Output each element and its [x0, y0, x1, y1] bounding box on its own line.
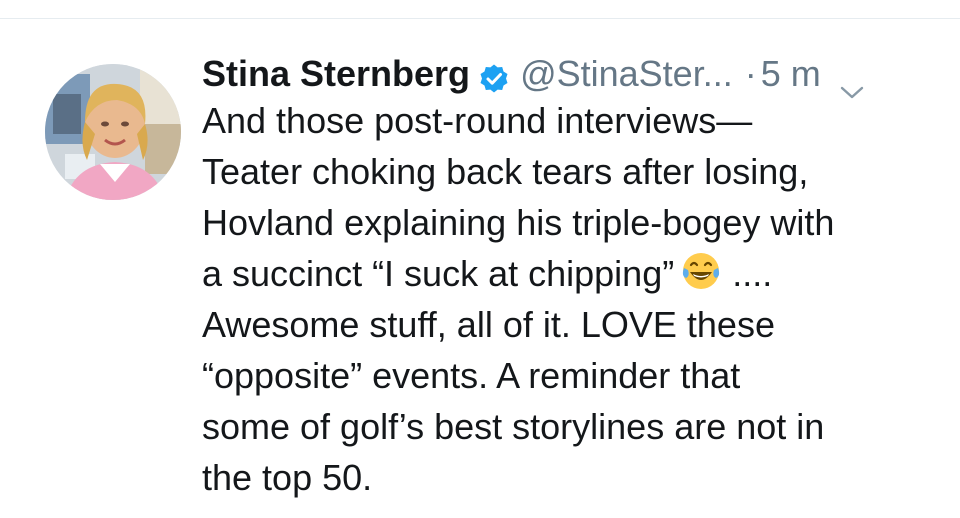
top-divider — [0, 0, 960, 19]
ellipsis-text: .... — [732, 253, 773, 294]
tweet-line: Awesome stuff, all of it. LOVE these — [202, 304, 775, 345]
tweet-line: Hovland explaining his triple-bogey with — [202, 202, 835, 243]
tweet-header: Stina Sternberg @StinaSter... · 5 m — [202, 49, 865, 99]
separator-dot: · — [744, 53, 757, 94]
avatar[interactable] — [45, 64, 181, 200]
tweet-line: some of golf’s best storylines are not i… — [202, 406, 825, 447]
avatar-image — [45, 64, 181, 200]
tweet-text: And those post-round interviews— Teater … — [202, 95, 942, 503]
tweet-line: a succinct “I suck at chipping” .... — [202, 248, 942, 299]
laughing-tears-emoji-icon — [680, 250, 722, 292]
verified-badge-icon — [478, 58, 510, 93]
timestamp[interactable]: 5 m — [761, 49, 821, 99]
tweet-line: “opposite” events. A reminder that — [202, 355, 741, 396]
tweet-line: Teater choking back tears after losing, — [202, 151, 809, 192]
chevron-down-icon[interactable] — [839, 65, 865, 99]
tweet[interactable]: Stina Sternberg @StinaSter... · 5 m And … — [0, 19, 960, 518]
author-name[interactable]: Stina Sternberg — [202, 49, 470, 99]
tweet-line: the top 50. — [202, 457, 373, 498]
tweet-line-text: a succinct “I suck at chipping” — [202, 253, 675, 294]
author-handle[interactable]: @StinaSter... — [520, 49, 733, 99]
tweet-line: And those post-round interviews— — [202, 100, 753, 141]
